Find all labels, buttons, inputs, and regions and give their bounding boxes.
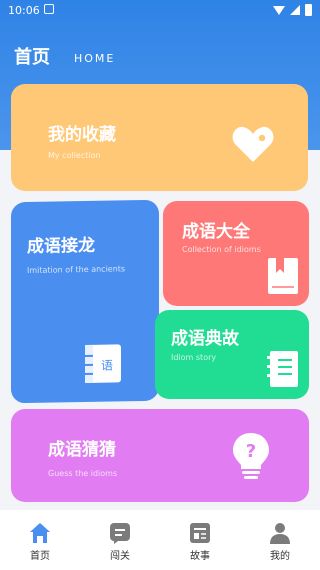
idiom-solitaire-card[interactable]: 成语接龙 Imitation of the ancients 语 (11, 199, 159, 404)
tab-home[interactable]: 首页 (0, 510, 80, 570)
battery-icon (305, 4, 312, 16)
tab-stories[interactable]: 故事 (160, 510, 240, 570)
my-collection-card[interactable]: 我的收藏 My collection (11, 84, 308, 191)
status-bar: 10:06 (0, 0, 320, 22)
bookmark-book-icon (268, 258, 298, 294)
tab-levels[interactable]: 闯关 (80, 510, 160, 570)
card-title: 成语猜猜 (48, 440, 116, 460)
notification-icon (44, 4, 54, 14)
tab-label: 故事 (190, 551, 210, 562)
card-subtitle: Imitation of the ancients (27, 264, 126, 276)
card-subtitle: Collection of idioms (182, 245, 261, 254)
page-title: 首页 (14, 47, 50, 68)
lightbulb-icon-text: ? (246, 441, 256, 462)
book-icon: 语 (85, 344, 121, 384)
card-title: 我的收藏 (48, 125, 116, 145)
wifi-icon (273, 5, 285, 15)
heart-tag-icon (232, 126, 274, 162)
guess-idioms-card[interactable]: 成语猜猜 Guess the idioms ? (11, 409, 309, 502)
level-icon (110, 523, 130, 544)
story-icon (190, 523, 210, 543)
signal-icon (290, 5, 300, 15)
tab-label: 闯关 (110, 551, 130, 562)
notebook-icon (267, 351, 298, 387)
card-title: 成语接龙 (27, 235, 95, 258)
profile-icon (270, 523, 290, 544)
card-title: 成语大全 (182, 222, 250, 242)
card-subtitle: Guess the idioms (48, 469, 118, 478)
card-subtitle: Idiom story (171, 353, 217, 362)
card-title: 成语典故 (171, 329, 239, 349)
status-time: 10:06 (8, 4, 40, 17)
idiom-story-card[interactable]: 成语典故 Idiom story (155, 310, 309, 399)
lightbulb-icon: ? (233, 433, 269, 479)
tab-label: 我的 (270, 551, 290, 562)
tab-profile[interactable]: 我的 (240, 510, 320, 570)
status-indicators (273, 4, 312, 16)
idiom-encyclopedia-card[interactable]: 成语大全 Collection of idioms (163, 201, 309, 306)
home-icon (30, 523, 50, 543)
tab-label: 首页 (30, 551, 50, 562)
bottom-tab-bar: 首页 闯关 故事 我的 (0, 510, 320, 570)
book-icon-text: 语 (101, 359, 113, 373)
card-subtitle: My collection (48, 151, 101, 160)
page-subtitle: HOME (74, 52, 116, 65)
